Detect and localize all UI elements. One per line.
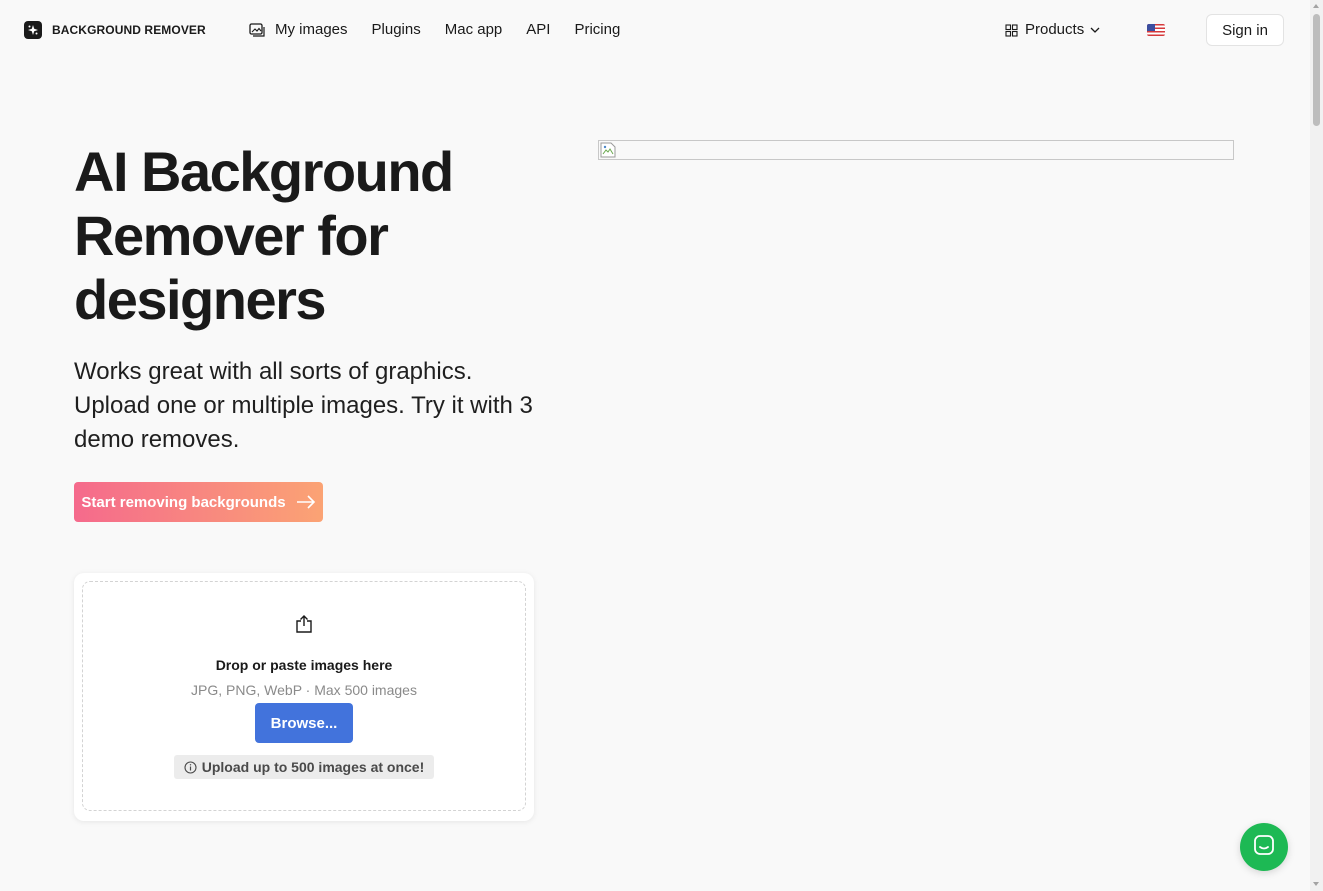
upload-tip: Upload up to 500 images at once! [174,755,434,779]
hero-image [598,140,1234,160]
logo-icon [24,21,42,39]
grid-icon [1005,23,1018,37]
vertical-scrollbar[interactable] [1310,0,1323,891]
nav-label: My images [275,21,348,38]
chevron-down-icon [1090,27,1100,33]
brand-name: BACKGROUND REMOVER [52,23,206,37]
browse-button[interactable]: Browse... [255,703,353,743]
upload-card: Drop or paste images here JPG, PNG, WebP… [74,573,534,821]
hero-subtitle: Works great with all sorts of graphics. … [74,358,533,453]
nav-plugins[interactable]: Plugins [372,21,421,39]
brand-logo[interactable]: BACKGROUND REMOVER [24,21,206,39]
chat-icon [1252,833,1276,862]
nav-pricing[interactable]: Pricing [574,21,620,39]
info-icon [184,760,197,774]
image-icon [249,23,265,37]
drop-title: Drop or paste images here [215,657,393,673]
products-label: Products [1025,21,1085,38]
start-removing-button[interactable]: Start removing backgrounds [74,482,323,522]
main-nav: My images Plugins Mac app API Pricing [249,21,644,39]
site-header: BACKGROUND REMOVER My images Plugins Mac… [0,0,1310,60]
nav-api[interactable]: API [526,21,550,39]
drop-formats: JPG, PNG, WebP · Max 500 images [191,682,417,698]
products-menu[interactable]: Products [1005,21,1100,39]
hero-title: AI Background Remover for designers [74,140,454,331]
scroll-up-icon[interactable] [1313,4,1319,8]
us-flag-icon[interactable] [1147,24,1165,36]
scroll-down-icon[interactable] [1313,882,1319,886]
broken-image-icon [600,142,616,163]
upload-icon [294,614,314,639]
arrow-right-icon [296,495,316,509]
chat-button[interactable] [1240,823,1288,871]
sign-in-button[interactable]: Sign in [1206,14,1284,46]
cta-label: Start removing backgrounds [81,493,286,511]
drop-zone[interactable]: Drop or paste images here JPG, PNG, WebP… [82,581,526,811]
scrollbar-thumb[interactable] [1313,14,1320,126]
tip-text: Upload up to 500 images at once! [201,759,425,775]
nav-my-images[interactable]: My images [249,21,348,39]
nav-mac-app[interactable]: Mac app [445,21,503,39]
